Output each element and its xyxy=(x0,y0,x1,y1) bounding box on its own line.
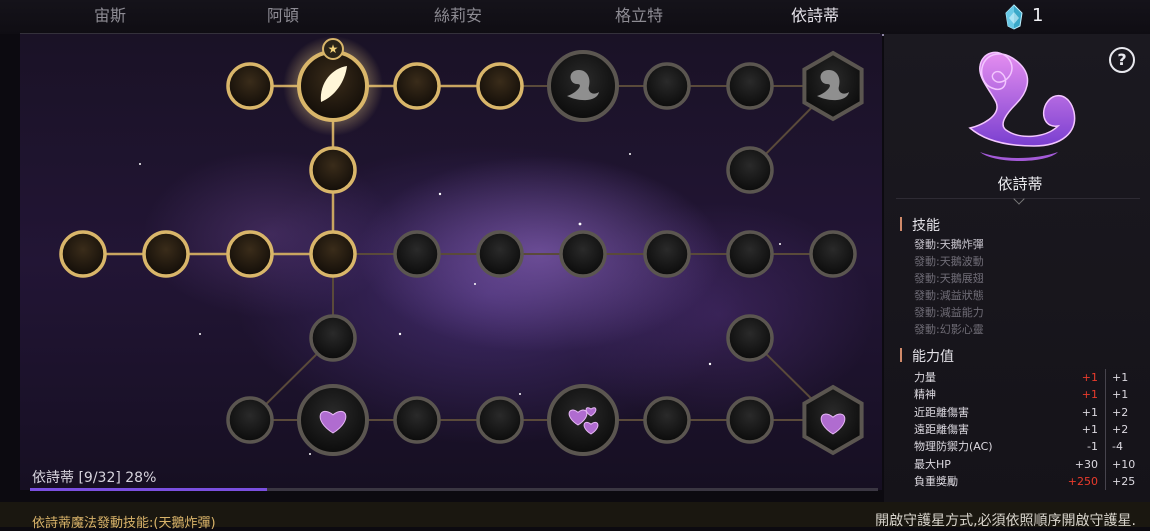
crystal-count: 1 xyxy=(1032,5,1044,26)
stat-row: 物理防禦力(AC) -1 -4 xyxy=(914,438,1144,455)
stats-heading: 能力值 xyxy=(900,346,954,366)
constellation-node-moon[interactable] xyxy=(643,230,691,278)
stat-current-value: +250 xyxy=(1067,474,1098,488)
constellation-node-moon[interactable] xyxy=(643,62,691,110)
stat-row: 負重獎勵 +250 +25 xyxy=(914,473,1144,490)
stat-current-value: +30 xyxy=(1074,457,1098,471)
stat-name: 負重獎勵 xyxy=(914,474,958,488)
constellation-name: 依詩蒂 xyxy=(997,175,1043,193)
skill-item: 發動:減益狀態 xyxy=(914,289,984,302)
constellation-node-moon[interactable] xyxy=(226,396,274,444)
skill-item: 發動:天鵝展翅 xyxy=(914,272,984,285)
skills-heading: 技能 xyxy=(900,215,940,235)
stat-total-value: +25 xyxy=(1112,474,1136,488)
constellation-node-moon[interactable] xyxy=(726,62,774,110)
constellation-node-moon[interactable] xyxy=(476,230,524,278)
stat-current-value: +1 xyxy=(1081,388,1098,402)
constellation-node-heart[interactable] xyxy=(297,384,369,456)
stat-total-value: +1 xyxy=(1112,388,1129,402)
stat-row: 精神 +1 +1 xyxy=(914,386,1144,403)
stat-row: 力量 +1 +1 xyxy=(914,369,1144,386)
stat-total-value: -4 xyxy=(1112,440,1123,454)
constellation-node-feather[interactable]: ★ xyxy=(283,36,383,136)
constellation-node-moon[interactable] xyxy=(393,230,441,278)
constellation-nodes: ★ xyxy=(59,36,864,456)
constellation-node-moon[interactable] xyxy=(393,396,441,444)
constellation-node-moon[interactable] xyxy=(726,230,774,278)
constellation-node-moon[interactable] xyxy=(726,396,774,444)
constellation-node-moon[interactable] xyxy=(142,230,190,278)
stat-row: 遠距離傷害 +1 +2 xyxy=(914,421,1144,438)
activation-skill-text: 依詩蒂魔法發動技能:(天鵝炸彈) xyxy=(32,516,216,531)
tab-silian[interactable]: 絲莉安 xyxy=(373,0,543,34)
stat-total-value: +10 xyxy=(1112,457,1136,471)
progress-bar xyxy=(30,488,878,491)
stat-total-value: +1 xyxy=(1112,371,1129,384)
constellation-map: ★ xyxy=(59,36,864,456)
stat-name: 物理防禦力(AC) xyxy=(914,440,993,454)
stat-current-value: +1 xyxy=(1081,422,1098,436)
constellation-node-moon[interactable] xyxy=(559,230,607,278)
skill-item: 發動:天鵝炸彈 xyxy=(914,238,984,251)
tab-gelite[interactable]: 格立特 xyxy=(554,0,724,34)
help-icon[interactable]: ? xyxy=(1109,47,1135,73)
constellation-node-moon[interactable] xyxy=(59,230,107,278)
constellation-tab-bar: 宙斯 阿頓 絲莉安 格立特 依詩蒂 1 xyxy=(0,0,1150,36)
stat-row: 近距離傷害 +1 +2 xyxy=(914,404,1144,421)
stat-name: 精神 xyxy=(914,388,936,402)
stat-row: 最大HP +30 +10 xyxy=(914,456,1144,473)
skill-item: 發動:幻影心靈 xyxy=(914,323,984,336)
swan-emblem-icon xyxy=(968,51,1076,161)
skill-item: 發動:天鵝波動 xyxy=(914,255,984,268)
constellation-node-moon[interactable] xyxy=(476,396,524,444)
stat-name: 遠距離傷害 xyxy=(914,422,969,436)
constellation-links xyxy=(83,84,834,421)
stat-total-value: +2 xyxy=(1112,422,1129,436)
constellation-node-swan[interactable] xyxy=(547,50,619,122)
constellation-node-moon[interactable] xyxy=(726,146,774,194)
stat-current-value: -1 xyxy=(1087,440,1098,454)
tab-zeus[interactable]: 宙斯 xyxy=(25,0,195,34)
crystal-icon xyxy=(1005,4,1023,30)
tab-aten[interactable]: 阿頓 xyxy=(198,0,368,34)
stat-total-value: +2 xyxy=(1112,405,1129,419)
constellation-node-moon[interactable] xyxy=(643,396,691,444)
constellation-node-hearts[interactable] xyxy=(547,384,619,456)
stat-name: 近距離傷害 xyxy=(914,405,969,419)
stat-current-value: +1 xyxy=(1081,405,1098,419)
progress-fill xyxy=(30,488,268,491)
stat-current-value: +1 xyxy=(1081,371,1098,384)
stat-name: 力量 xyxy=(914,371,936,384)
constellation-node-moon[interactable] xyxy=(309,146,357,194)
stat-name: 最大HP xyxy=(914,457,951,471)
skill-item: 發動:減益能力 xyxy=(914,306,984,319)
constellation-node-moon[interactable] xyxy=(309,230,357,278)
constellation-node-moon[interactable] xyxy=(476,62,524,110)
constellation-board: ★ xyxy=(20,34,882,490)
constellation-node-moon[interactable] xyxy=(809,230,857,278)
constellation-node-swan-heart-hex[interactable] xyxy=(802,384,864,456)
progress-label: 依詩蒂 [9/32] 28% xyxy=(32,470,157,486)
svg-text:★: ★ xyxy=(328,42,339,56)
constellation-node-moon[interactable] xyxy=(726,314,774,362)
constellation-node-moon[interactable] xyxy=(226,62,274,110)
constellation-node-moon[interactable] xyxy=(309,314,357,362)
tab-yishidi[interactable]: 依詩蒂 xyxy=(730,0,900,36)
constellation-node-moon[interactable] xyxy=(393,62,441,110)
unlock-hint-text: 開啟守護星方式,必須依照順序開啟守護星. xyxy=(875,513,1136,529)
constellation-node-moon[interactable] xyxy=(226,230,274,278)
constellation-node-swan-hex[interactable] xyxy=(802,50,864,122)
